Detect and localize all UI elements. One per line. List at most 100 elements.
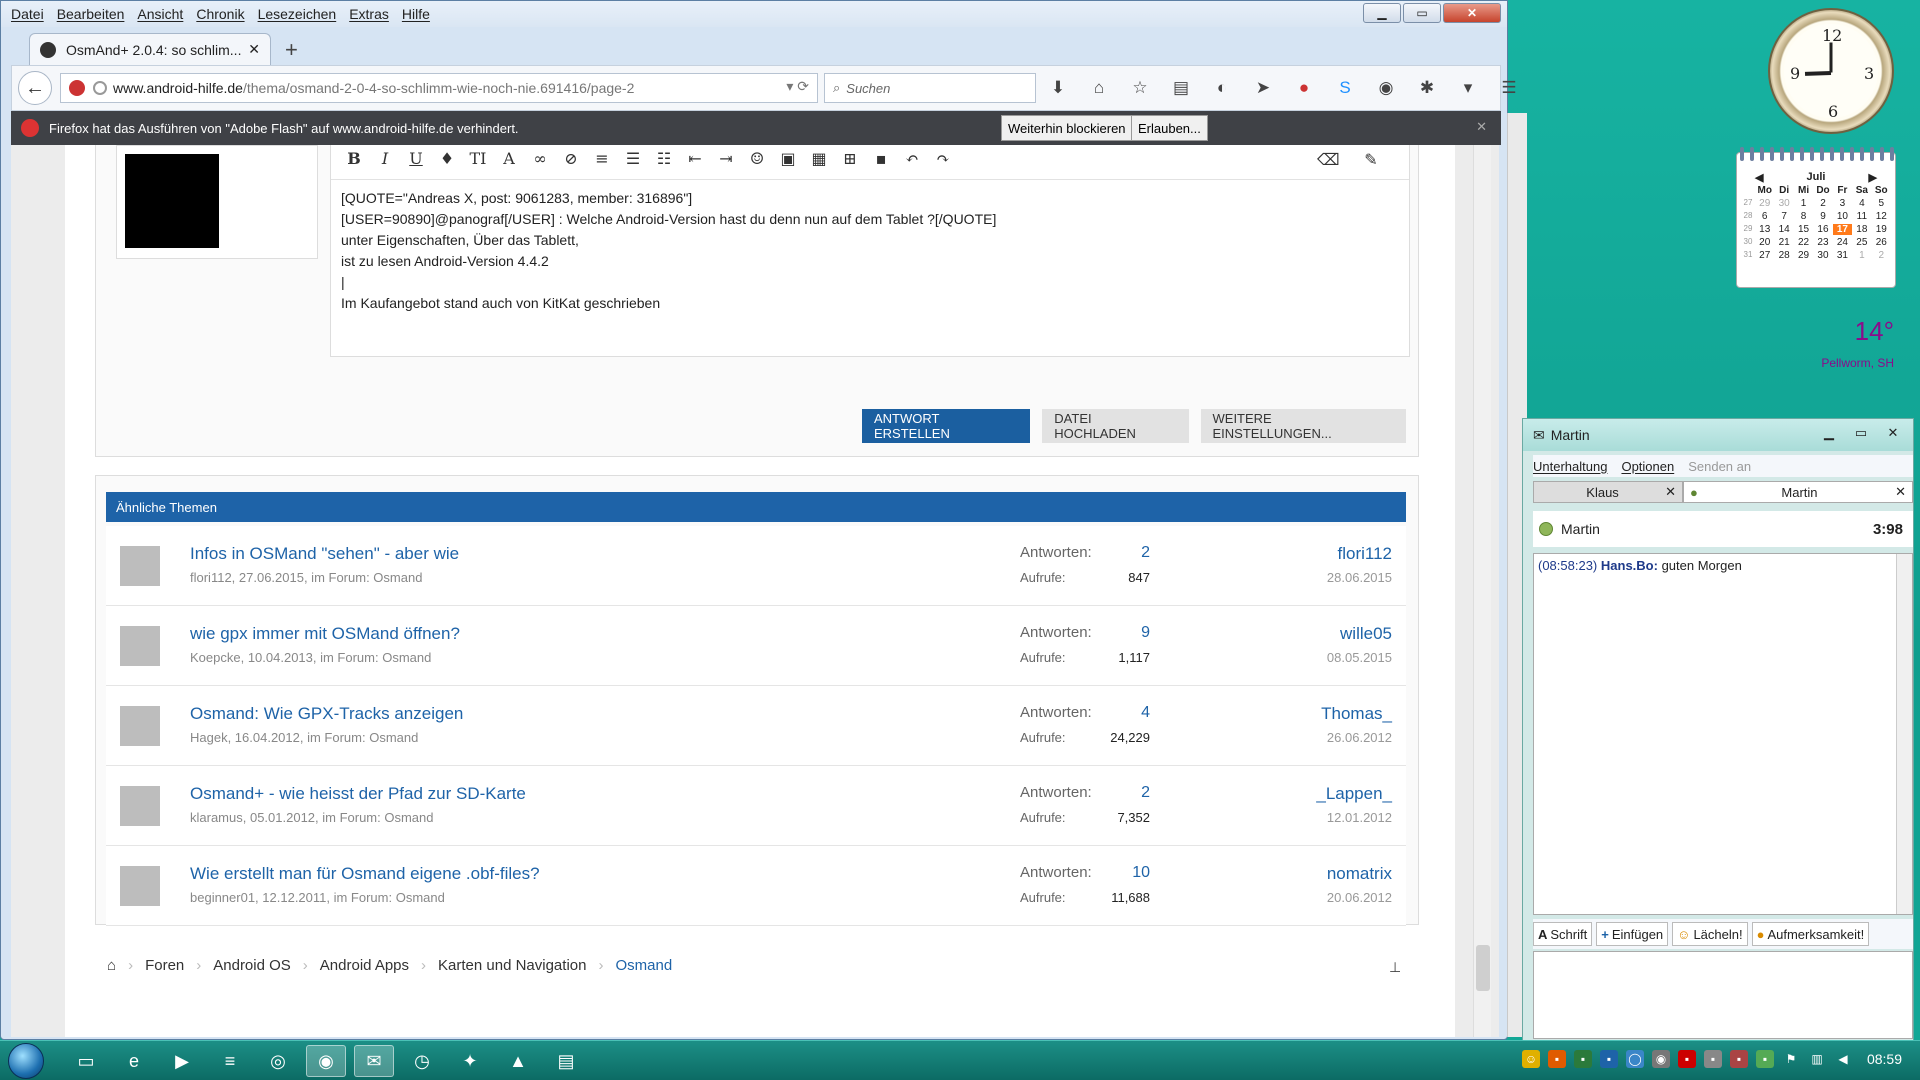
- insert-button[interactable]: + Einfügen: [1596, 922, 1669, 946]
- more-icon[interactable]: ⊞: [841, 149, 859, 168]
- chrome-icon[interactable]: ◎: [258, 1045, 298, 1077]
- calendar-day[interactable]: 28: [1774, 250, 1793, 261]
- tray-icon[interactable]: ▪: [1548, 1050, 1566, 1068]
- menu-lesezeichen[interactable]: Lesezeichen: [258, 6, 337, 22]
- tab-close-icon[interactable]: ✕: [1665, 484, 1676, 500]
- calendar-day[interactable]: 2: [1813, 198, 1832, 209]
- breadcrumb-item[interactable]: Foren: [145, 957, 184, 974]
- calendar-day[interactable]: 20: [1755, 237, 1774, 248]
- calendar-day[interactable]: 29: [1794, 250, 1813, 261]
- dropdown-icon[interactable]: ▾: [1456, 76, 1480, 100]
- new-tab-button[interactable]: +: [285, 37, 298, 63]
- calendar-day[interactable]: 9: [1813, 211, 1832, 222]
- allow-button[interactable]: Erlauben...: [1131, 115, 1208, 141]
- calendar-day[interactable]: 1: [1852, 250, 1871, 261]
- last-poster[interactable]: _Lappen_: [1316, 784, 1392, 804]
- maximize-button[interactable]: ▭: [1403, 3, 1441, 23]
- breadcrumb-current[interactable]: Osmand: [615, 957, 672, 974]
- calendar-day[interactable]: 25: [1852, 237, 1871, 248]
- calendar-day[interactable]: 11: [1852, 211, 1871, 222]
- download-icon[interactable]: ⬇: [1046, 76, 1070, 100]
- indent-icon[interactable]: ⇥: [717, 149, 735, 168]
- clock-app-icon[interactable]: ◷: [402, 1045, 442, 1077]
- menu-datei[interactable]: Datei: [11, 6, 44, 22]
- calendar-day[interactable]: 6: [1755, 211, 1774, 222]
- chat-scrollbar[interactable]: [1896, 554, 1912, 914]
- calendar-day[interactable]: 24: [1833, 237, 1852, 248]
- redo-icon[interactable]: ↷: [934, 149, 952, 168]
- font-icon[interactable]: A: [500, 149, 518, 168]
- ie-icon[interactable]: e: [114, 1045, 154, 1077]
- answers-count[interactable]: 4: [1096, 704, 1150, 722]
- menu-hilfe[interactable]: Hilfe: [402, 6, 430, 22]
- calendar-day[interactable]: 26: [1872, 237, 1891, 248]
- chat-menu-item[interactable]: Unterhaltung: [1533, 459, 1607, 474]
- underline-icon[interactable]: U: [407, 149, 425, 168]
- smiley-icon[interactable]: ☺: [748, 149, 766, 168]
- back-button[interactable]: ←: [18, 71, 52, 105]
- menu-ansicht[interactable]: Ansicht: [137, 6, 183, 22]
- calendar-day[interactable]: 4: [1852, 198, 1871, 209]
- tray-icon[interactable]: ◉: [1652, 1050, 1670, 1068]
- menu-chronik[interactable]: Chronik: [196, 6, 244, 22]
- tray-icon[interactable]: ☺: [1522, 1050, 1540, 1068]
- chat-input[interactable]: [1533, 951, 1913, 1039]
- calendar-day[interactable]: 21: [1774, 237, 1793, 248]
- calendar-day[interactable]: 30: [1813, 250, 1832, 261]
- calendar-day[interactable]: 22: [1794, 237, 1813, 248]
- last-poster[interactable]: Thomas_: [1321, 704, 1392, 724]
- answers-count[interactable]: 2: [1096, 544, 1150, 562]
- tray-icon[interactable]: ▪: [1756, 1050, 1774, 1068]
- tab-osmand[interactable]: OsmAnd+ 2.0.4: so schlim... ✕: [29, 33, 271, 65]
- reading-list-icon[interactable]: ▤: [1169, 76, 1193, 100]
- network-icon[interactable]: ▥: [1808, 1050, 1826, 1068]
- save-draft-icon[interactable]: ▪: [872, 149, 890, 168]
- answers-count[interactable]: 10: [1096, 864, 1150, 882]
- more-settings-button[interactable]: WEITERE EINSTELLUNGEN...: [1200, 409, 1407, 443]
- thread-title[interactable]: wie gpx immer mit OSMand öffnen?: [190, 624, 460, 644]
- start-button[interactable]: [8, 1043, 44, 1079]
- explorer-icon[interactable]: ▭: [66, 1045, 106, 1077]
- bold-icon[interactable]: B: [345, 149, 363, 168]
- taskbar-clock[interactable]: 08:59: [1867, 1051, 1902, 1067]
- chat-menu-item[interactable]: Optionen: [1621, 459, 1674, 474]
- chat-app-task-icon[interactable]: ✉: [354, 1045, 394, 1077]
- calendar-day[interactable]: 2: [1872, 250, 1891, 261]
- tray-icon[interactable]: ▪: [1730, 1050, 1748, 1068]
- adblock-icon[interactable]: ●: [1292, 76, 1316, 100]
- home-icon[interactable]: ⌂: [1087, 76, 1111, 100]
- close-notification-icon[interactable]: ✕: [1476, 119, 1487, 135]
- attention-button[interactable]: ● Aufmerksamkeit!: [1751, 922, 1870, 946]
- tray-icon[interactable]: ▪: [1600, 1050, 1618, 1068]
- hamburger-menu-icon[interactable]: ☰: [1497, 76, 1521, 100]
- calendar-day[interactable]: 1: [1794, 198, 1813, 209]
- send-icon[interactable]: ➤: [1251, 76, 1275, 100]
- answers-count[interactable]: 2: [1096, 784, 1150, 802]
- page-info-icon[interactable]: [69, 80, 85, 96]
- last-poster[interactable]: wille05: [1340, 624, 1392, 644]
- menu-bearbeiten[interactable]: Bearbeiten: [57, 6, 125, 22]
- link-icon[interactable]: ∞: [531, 149, 549, 168]
- calendar-day[interactable]: 3: [1833, 198, 1852, 209]
- eraser-icon[interactable]: ⌫: [1317, 150, 1340, 169]
- chat-tab-martin[interactable]: ● Martin ✕: [1683, 481, 1913, 503]
- bullet-list-icon[interactable]: ☰: [624, 149, 642, 168]
- menu-extras[interactable]: Extras: [349, 6, 389, 22]
- thread-title[interactable]: Infos in OSMand "sehen" - aber wie: [190, 544, 459, 564]
- tray-icon[interactable]: ▪: [1678, 1050, 1696, 1068]
- wrench-icon[interactable]: ✎: [1362, 150, 1380, 169]
- search-input[interactable]: ⌕ Suchen: [824, 73, 1036, 103]
- thread-title[interactable]: Wie erstellt man für Osmand eigene .obf-…: [190, 864, 540, 884]
- calendar-day[interactable]: 18: [1852, 224, 1871, 235]
- last-poster[interactable]: flori112: [1338, 544, 1393, 564]
- font-button[interactable]: A Schrift: [1533, 922, 1593, 946]
- thread-title[interactable]: Osmand: Wie GPX-Tracks anzeigen: [190, 704, 463, 724]
- tray-icon[interactable]: ▪: [1574, 1050, 1592, 1068]
- chat-maximize-button[interactable]: ▭: [1845, 425, 1877, 441]
- calendar-day[interactable]: 27: [1755, 250, 1774, 261]
- calendar-day[interactable]: 31: [1833, 250, 1852, 261]
- calendar-day[interactable]: 10: [1833, 211, 1852, 222]
- flag-icon[interactable]: ⚑: [1782, 1050, 1800, 1068]
- media-icon[interactable]: ▦: [810, 149, 828, 168]
- breadcrumb-item[interactable]: Android Apps: [320, 957, 409, 974]
